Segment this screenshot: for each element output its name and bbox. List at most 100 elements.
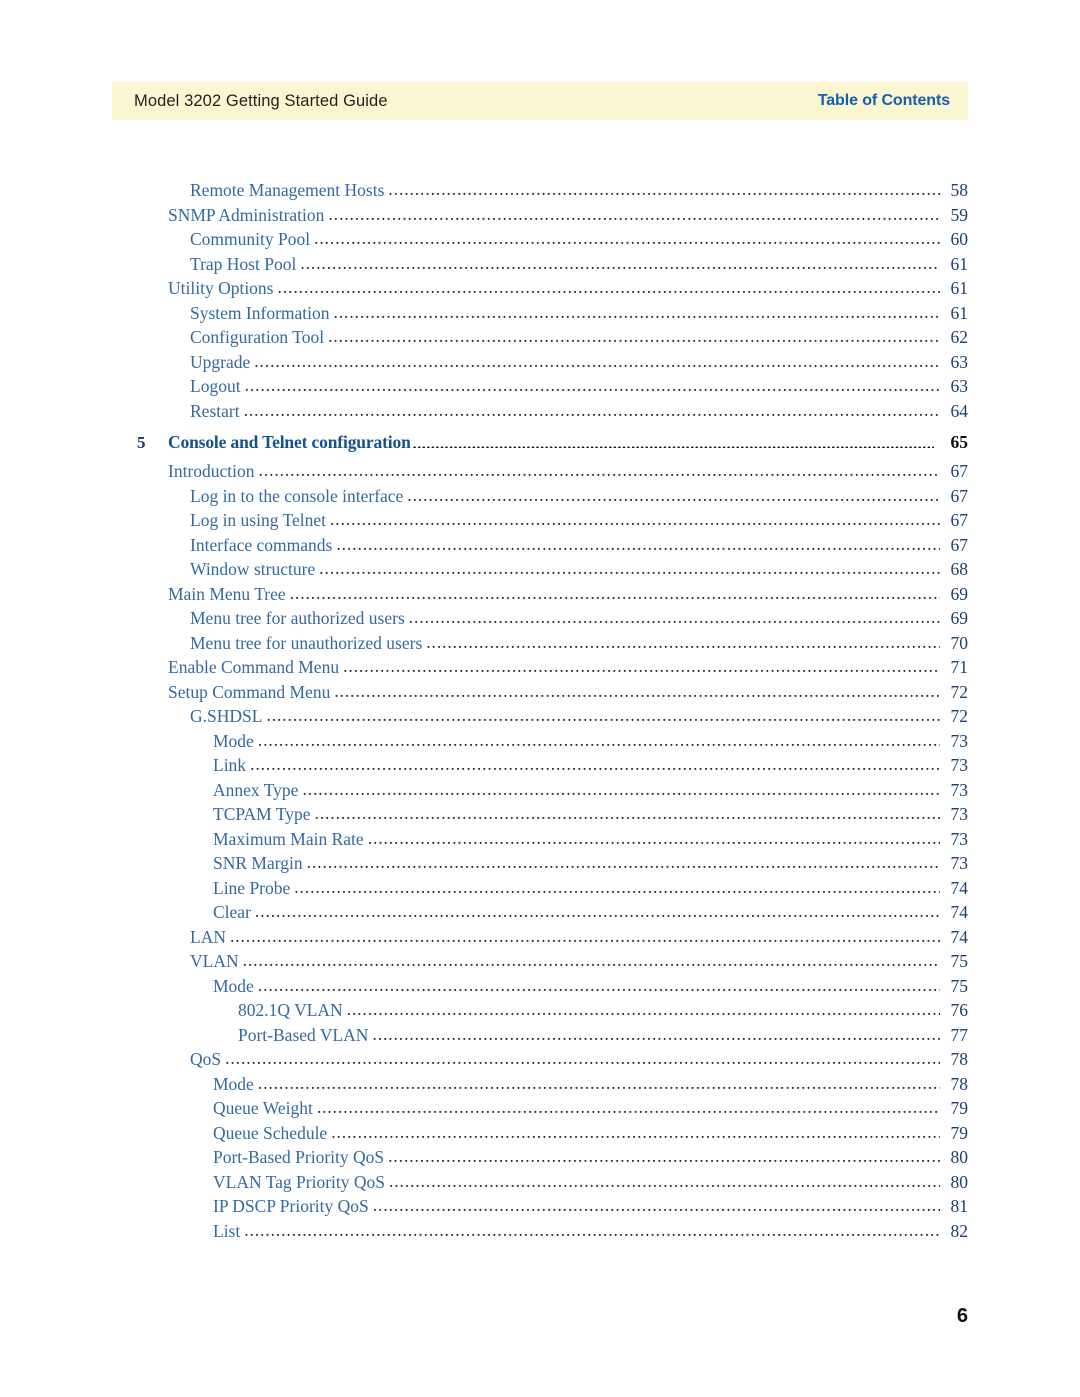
toc-entry-row[interactable]: Interface commands 67 [112, 533, 968, 558]
toc-entry-row[interactable]: Log in using Telnet 67 [112, 508, 968, 533]
toc-entry-label: Remote Management Hosts [190, 180, 385, 200]
toc-entry-row[interactable]: Trap Host Pool 61 [112, 252, 968, 277]
toc-entry-label: Utility Options [168, 278, 274, 298]
toc-entry-row[interactable]: Logout 63 [112, 374, 968, 399]
toc-entry-page-number: 61 [950, 278, 969, 298]
toc-entry-label: System Information [190, 302, 330, 323]
toc-entry-row[interactable]: Utility Options 61 [112, 276, 968, 301]
toc-entry-row[interactable]: Queue Weight 79 [112, 1096, 968, 1121]
toc-entry-row[interactable]: SNMP Administration 59 [112, 203, 968, 228]
toc-dot-leader [300, 252, 940, 270]
toc-entry-page-number: 76 [950, 1000, 969, 1020]
toc-chapter-row[interactable]: 5 Console and Telnet configuration 65 [112, 428, 968, 456]
toc-entry-row[interactable]: Clear 74 [112, 900, 968, 925]
toc-entry-label: Link [213, 755, 247, 775]
toc-entry-row[interactable]: QoS 78 [112, 1047, 968, 1072]
toc-entry-page-number: 67 [950, 534, 969, 555]
toc-entry-row[interactable]: Community Pool 60 [112, 227, 968, 252]
toc-entry-page-number: 82 [950, 1220, 969, 1241]
toc-entry-label: 802.1Q VLAN [238, 1000, 343, 1020]
toc-entry-page-number: 63 [950, 376, 969, 396]
toc-entry-page-number: 75 [950, 951, 969, 971]
toc-dot-leader [328, 326, 940, 344]
toc-entry-page-number: 67 [950, 461, 969, 481]
toc-entry-row[interactable]: Port-Based Priority QoS 80 [112, 1145, 968, 1170]
toc-entry-row[interactable]: Mode 75 [112, 974, 968, 999]
toc-entry-page-number: 58 [950, 180, 969, 200]
toc-entry-page-number: 72 [950, 681, 969, 702]
toc-entry-label: Main Menu Tree [168, 583, 286, 604]
toc-entry-row[interactable]: Setup Command Menu 72 [112, 680, 968, 705]
toc-dot-leader [314, 803, 940, 821]
toc-dot-leader [314, 228, 940, 246]
toc-entry-page-number: 67 [950, 510, 969, 530]
toc-entry-page-number: 69 [950, 583, 969, 604]
toc-dot-leader [334, 680, 940, 698]
toc-entry-row[interactable]: Upgrade 63 [112, 350, 968, 375]
toc-entry-row[interactable]: Menu tree for unauthorized users 70 [112, 631, 968, 656]
toc-entry-label: QoS [190, 1049, 222, 1069]
toc-entry-label: Upgrade [190, 351, 251, 372]
toc-entry-row[interactable]: Port-Based VLAN 77 [112, 1023, 968, 1048]
toc-entry-page-number: 80 [950, 1147, 969, 1167]
toc-entry-row[interactable]: G.SHDSL 72 [112, 704, 968, 729]
toc-entry-page-number: 80 [950, 1171, 969, 1192]
toc-entry-row[interactable]: Restart 64 [112, 399, 968, 424]
toc-entry-page-number: 74 [950, 926, 969, 947]
toc-entry-row[interactable]: Window structure 68 [112, 557, 968, 582]
table-of-contents: Remote Management Hosts 58 SNMP Administra… [112, 178, 968, 1243]
toc-dot-leader [409, 607, 940, 625]
toc-dot-leader [278, 277, 941, 295]
toc-entry-label: Log in to the console interface [190, 485, 404, 506]
toc-dot-leader [225, 1048, 940, 1066]
toc-entry-row[interactable]: Maximum Main Rate 73 [112, 827, 968, 852]
toc-entry-label: Configuration Tool [190, 327, 325, 347]
toc-entry-row[interactable]: System Information 61 [112, 301, 968, 326]
toc-entry-row[interactable]: 802.1Q VLAN 76 [112, 998, 968, 1023]
toc-entry-label: SNMP Administration [168, 204, 325, 225]
toc-entry-row[interactable]: VLAN 75 [112, 949, 968, 974]
toc-entry-label: Port-Based Priority QoS [213, 1147, 385, 1167]
toc-entry-row[interactable]: Enable Command Menu 71 [112, 655, 968, 680]
toc-dot-leader [266, 705, 940, 723]
toc-entry-row[interactable]: Main Menu Tree 69 [112, 582, 968, 607]
toc-entry-row[interactable]: Mode 73 [112, 729, 968, 754]
toc-entry-row[interactable]: IP DSCP Priority QoS 81 [112, 1194, 968, 1219]
toc-entry-label: Restart [190, 400, 240, 421]
toc-entry-row[interactable]: VLAN Tag Priority QoS 80 [112, 1170, 968, 1195]
toc-entry-label: Maximum Main Rate [213, 828, 364, 849]
toc-entry-row[interactable]: TCPAM Type 73 [112, 802, 968, 827]
toc-entry-page-number: 77 [950, 1024, 969, 1045]
toc-entry-label: Menu tree for authorized users [190, 608, 405, 628]
toc-entry-label: Window structure [190, 559, 316, 579]
toc-entry-row[interactable]: Remote Management Hosts 58 [112, 178, 968, 203]
toc-dot-leader [368, 827, 940, 845]
toc-entry-row[interactable]: Mode 78 [112, 1072, 968, 1097]
toc-dot-leader [250, 754, 940, 772]
toc-entry-row[interactable]: Configuration Tool 62 [112, 325, 968, 350]
toc-entry-row[interactable]: SNR Margin 73 [112, 851, 968, 876]
toc-entry-row[interactable]: List 82 [112, 1219, 968, 1244]
toc-entry-row[interactable]: Menu tree for authorized users 69 [112, 606, 968, 631]
toc-entry-label: Annex Type [213, 779, 299, 800]
toc-entry-row[interactable]: Introduction 67 [112, 459, 968, 484]
toc-entry-label: Enable Command Menu [168, 657, 340, 677]
toc-entry-page-number: 71 [950, 657, 969, 677]
toc-entry-label: Queue Schedule [213, 1122, 328, 1143]
toc-entry-row[interactable]: LAN 74 [112, 925, 968, 950]
toc-entry-page-number: 73 [950, 779, 969, 800]
toc-entry-row[interactable]: Log in to the console interface 67 [112, 484, 968, 509]
toc-dot-leader [389, 1170, 940, 1188]
toc-entry-page-number: 78 [950, 1073, 969, 1094]
toc-entry-label: G.SHDSL [190, 706, 263, 726]
toc-dot-leader [243, 950, 940, 968]
toc-entry-row[interactable]: Line Probe 74 [112, 876, 968, 901]
header-document-title: Model 3202 Getting Started Guide [134, 91, 388, 110]
toc-dot-leader [259, 460, 940, 478]
toc-entry-page-number: 69 [950, 608, 969, 628]
toc-entry-row[interactable]: Link 73 [112, 753, 968, 778]
toc-entry-row[interactable]: Annex Type 73 [112, 778, 968, 803]
toc-entry-row[interactable]: Queue Schedule 79 [112, 1121, 968, 1146]
toc-entry-page-number: 60 [950, 229, 969, 249]
toc-dot-leader [244, 399, 940, 417]
